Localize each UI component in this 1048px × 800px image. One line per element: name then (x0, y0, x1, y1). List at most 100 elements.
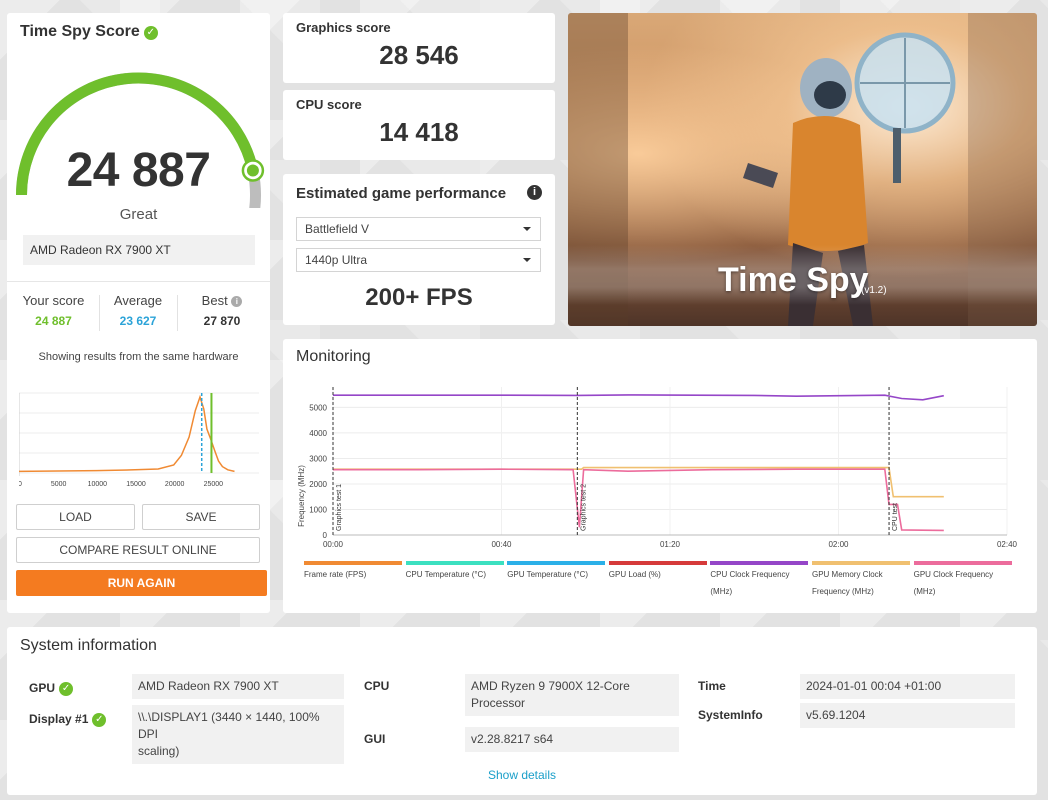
legend-swatch (304, 561, 402, 565)
y-tick-label: 1000 (309, 505, 327, 514)
monitoring-title: Monitoring (296, 348, 371, 365)
legend-swatch (812, 561, 910, 565)
game-select[interactable]: Battlefield V (296, 217, 541, 241)
histogram-grid (19, 392, 259, 476)
best-score-stat: Best i 27 870 (182, 293, 262, 328)
y-axis-label: Frequency (MHz) (297, 465, 306, 527)
x-tick-label: 00:00 (323, 540, 344, 549)
legend-item[interactable]: GPU Clock Frequency (MHz) (913, 561, 1012, 600)
chevron-down-icon (523, 258, 531, 262)
save-button[interactable]: SAVE (142, 504, 260, 530)
legend-item[interactable]: CPU Temperature (°C) (405, 561, 504, 583)
gui-key: GUI (364, 732, 386, 746)
cpu-value: AMD Ryzen 9 7900X 12-Core Processor (465, 674, 679, 716)
legend-item[interactable]: GPU Memory Clock Frequency (MHz) (812, 561, 910, 600)
run-again-button[interactable]: RUN AGAIN (16, 570, 267, 596)
game-select-value: Battlefield V (305, 222, 370, 236)
cpu-value-line-1: AMD Ryzen 9 7900X 12-Core (471, 679, 630, 693)
check-icon: ✓ (92, 713, 107, 727)
game-performance-card: Estimated game performance i Battlefield… (283, 174, 555, 325)
stat-divider (99, 295, 100, 331)
average-score-stat: Average 23 627 (104, 293, 172, 328)
histogram-tick-label: 0 (19, 481, 22, 488)
display-key: Display #1 ✓ (29, 712, 107, 727)
check-icon: ✓ (143, 26, 158, 40)
y-tick-label: 4000 (309, 429, 327, 438)
legend-label: GPU Temperature (°C) (507, 570, 589, 579)
legend-label: CPU Clock Frequency (MHz) (710, 570, 790, 596)
load-button[interactable]: LOAD (16, 504, 135, 530)
histogram-caption: Showing results from the same hardware (38, 351, 239, 363)
legend-item[interactable]: CPU Clock Frequency (MHz) (710, 561, 809, 600)
info-icon[interactable]: i (527, 185, 542, 200)
legend-swatch (710, 561, 809, 565)
gpu-key: GPU ✓ (29, 681, 74, 696)
test-marker-label: CPU test (892, 503, 899, 531)
graphics-score-value: 28 546 (379, 40, 459, 70)
best-value: 27 870 (203, 314, 241, 328)
gpu-value: AMD Radeon RX 7900 XT (132, 674, 344, 699)
monitoring-card: 5000 4000 3000 2000 1000 0 00:00 00:40 01:20 02:0… (283, 339, 1037, 613)
stat-divider (177, 295, 178, 331)
divider (7, 281, 270, 282)
histogram-ticks: 0 5000 10000 15000 20000 25000 (19, 481, 223, 488)
y-tick-label: 2000 (309, 480, 327, 489)
your-score-label: Your score (22, 293, 85, 308)
x-tick-label: 02:40 (997, 540, 1018, 549)
test-marker-label: Graphics test 2 (580, 484, 587, 531)
histogram-tick-label: 10000 (88, 481, 108, 488)
cpu-score-tile: CPU score 14 418 (283, 90, 555, 160)
resolution-select[interactable]: 1440p Ultra (296, 248, 541, 272)
cpu-score-value: 14 418 (379, 117, 459, 147)
graphics-score-tile: Graphics score 28 546 (283, 13, 555, 83)
your-score-value: 24 887 (35, 314, 72, 328)
histogram-tick-label: 5000 (51, 481, 67, 488)
system-information-title: System information (20, 637, 157, 654)
resolution-select-value: 1440p Ultra (305, 253, 368, 267)
info-icon[interactable]: i (231, 296, 243, 307)
chevron-down-icon (523, 227, 531, 231)
system-information-card: System information GPU ✓ AMD Radeon RX 79… (7, 627, 1037, 795)
estimated-fps: 200+ FPS (365, 284, 473, 311)
gpu-name-box: AMD Radeon RX 7900 XT (23, 235, 255, 265)
x-tick-label: 00:40 (491, 540, 512, 549)
score-title: Time Spy Score ✓ (20, 23, 158, 41)
legend-item[interactable]: GPU Temperature (°C) (507, 561, 606, 583)
time-key: Time (698, 679, 726, 693)
y-tick-label: 3000 (309, 454, 327, 463)
average-value: 23 627 (119, 314, 157, 328)
legend-swatch (405, 561, 504, 565)
average-label: Average (113, 293, 163, 308)
show-details-link[interactable]: Show details (7, 768, 1037, 782)
display-value-line-2: scaling) (138, 744, 180, 758)
legend-item[interactable]: Frame rate (FPS) (304, 561, 402, 583)
cpu-value-line-2: Processor (471, 696, 526, 710)
gui-value: v2.28.8217 s64 (465, 727, 679, 752)
compare-online-button[interactable]: COMPARE RESULT ONLINE (16, 537, 260, 563)
legend-swatch (608, 561, 707, 565)
check-icon: ✓ (59, 682, 74, 696)
legend-label: GPU Load (%) (608, 570, 661, 579)
time-value: 2024-01-01 00:04 +01:00 (800, 674, 1015, 699)
display-key-text: Display #1 (29, 712, 89, 726)
legend-item[interactable]: GPU Load (%) (608, 561, 707, 583)
legend-label: CPU Temperature (°C) (405, 570, 486, 579)
test-marker-label: Graphics test 1 (336, 484, 343, 531)
legend-swatch (913, 561, 1012, 565)
legend-label: GPU Memory Clock Frequency (MHz) (812, 570, 883, 596)
score-histogram: 0 5000 10000 15000 20000 25000 (19, 392, 259, 488)
cpu-score-label: CPU score (296, 97, 362, 112)
score-rating: Great (119, 206, 158, 223)
systeminfo-value: v5.69.1204 (800, 703, 1015, 728)
x-tick-label: 02:00 (828, 540, 849, 549)
legend-swatch (507, 561, 606, 565)
legend-label: GPU Clock Frequency (MHz) (913, 570, 994, 596)
display-value: \\.\DISPLAY1 (3440 × 1440, 100% DPI scal… (132, 705, 344, 764)
gpu-key-text: GPU (29, 681, 56, 695)
score-card: Time Spy Score ✓ 24 887 Great AMD Radeon … (7, 13, 270, 613)
y-tick-label: 0 (323, 531, 328, 540)
cpu-key: CPU (364, 679, 390, 693)
score-title-text: Time Spy Score (20, 23, 140, 40)
histogram-tick-label: 20000 (165, 481, 185, 488)
overall-score: 24 887 (66, 144, 211, 197)
